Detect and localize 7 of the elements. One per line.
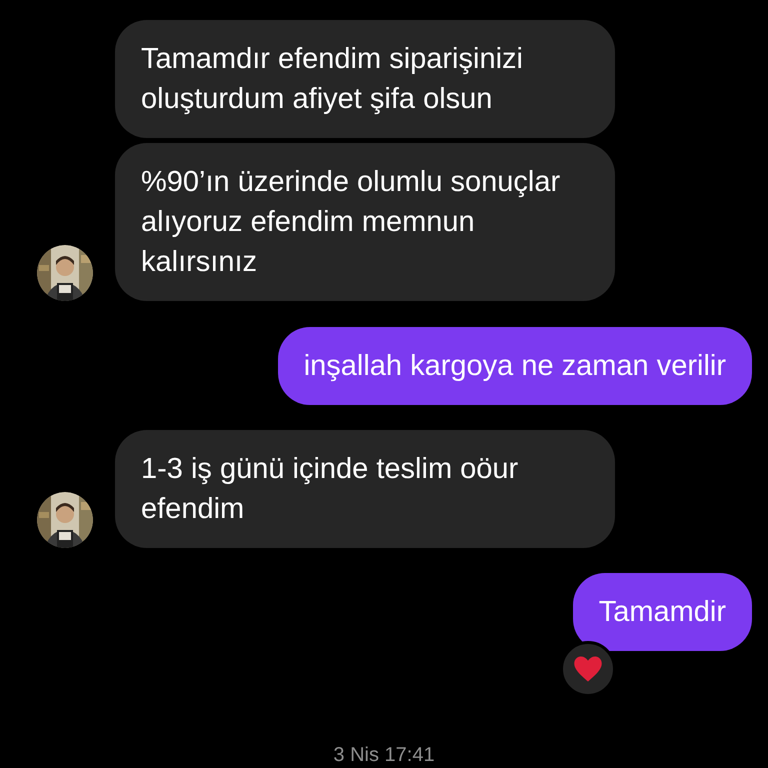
heart-icon <box>573 655 603 683</box>
message-bubble: Tamamdir <box>572 573 752 651</box>
message-bubble: %90’ın üzerinde olumlu sonuçlar alıyoruz efendim memnun kalırsınız <box>115 143 615 301</box>
message-bubble: Tamamdır efendim siparişinizi oluşturdum afiyet şifa olsun <box>115 20 615 138</box>
message-bubble: inşallah kargoya ne zaman verilir <box>278 327 752 405</box>
message-bubble: 1-3 iş günü içinde teslim oöur efendim <box>115 430 615 548</box>
timestamp: 3 Nis 17:41 <box>333 743 435 767</box>
